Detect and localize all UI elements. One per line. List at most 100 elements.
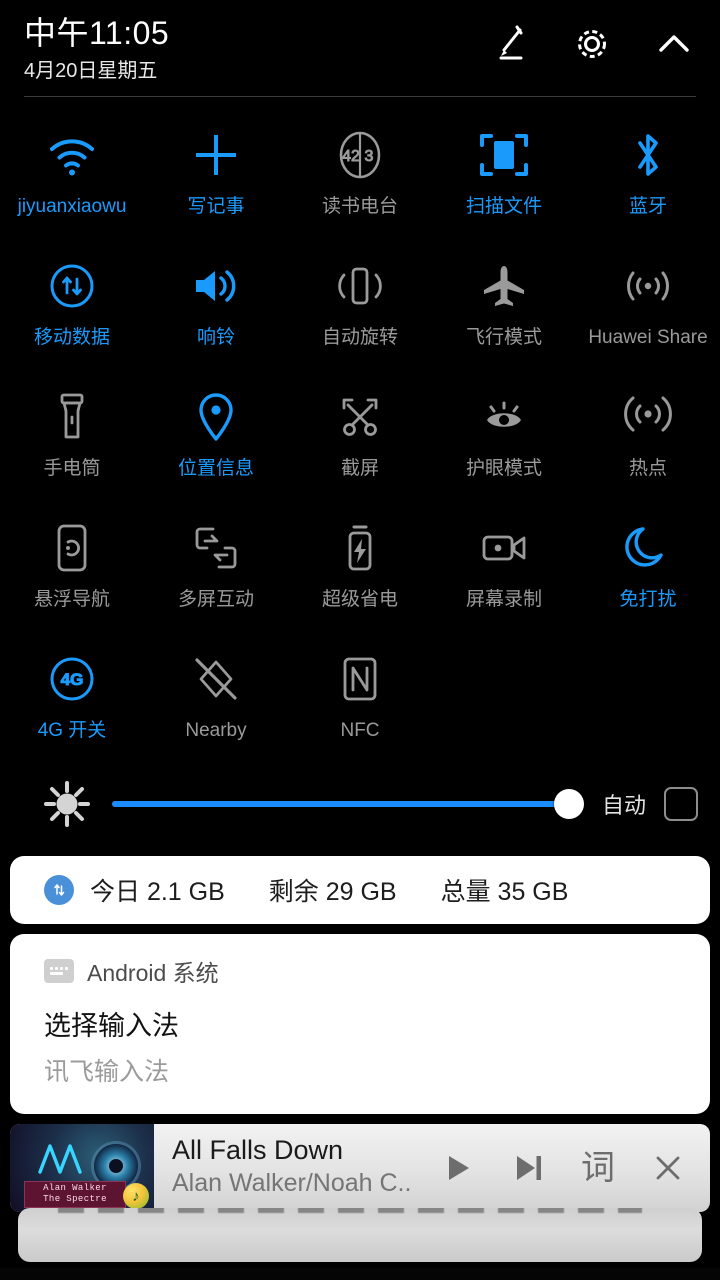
tile-label: Nearby [185,720,247,741]
music-app-badge-icon: ♪ [123,1183,149,1209]
tile-label: 屏幕录制 [465,589,542,610]
partially-hidden-notification-card[interactable] [18,1208,702,1262]
tile-airplane-mode[interactable]: 飞行模式 [432,238,576,369]
tile-eye-comfort[interactable]: 护眼模式 [432,369,576,500]
auto-rotate-icon [335,260,385,312]
tile-label: 4G 开关 [37,720,107,741]
flashlight-icon [52,391,92,443]
data-remaining: 剩余 29 GB [268,878,397,906]
tile-flashlight[interactable]: 手电筒 [0,369,144,500]
ultra-power-saving-icon [341,522,379,574]
notification-subtitle: 讯飞输入法 [44,1058,170,1086]
tile-wifi[interactable]: jiyuanxiaowu [0,107,144,238]
tile-bluetooth[interactable]: 蓝牙 [576,107,720,238]
svg-text:42: 42 [342,148,360,165]
tile-row: 悬浮导航 多屏互动 超级省电 屏幕录制 免打扰 [0,500,720,631]
tile-label: 飞行模式 [465,327,542,348]
album-title-text: The Spectre [43,1194,107,1204]
airplane-icon [479,260,529,312]
slider-thumb[interactable] [553,789,584,819]
svg-text:3: 3 [365,148,374,165]
tile-label: 位置信息 [177,458,254,479]
media-title: All Falls Down [172,1135,344,1165]
tile-label: 读书电台 [321,196,398,217]
lyrics-label: 词 [581,1149,615,1187]
tile-row: 4G 4G 开关 Nearby NFC [0,631,720,762]
pencil-icon[interactable] [488,22,532,66]
keyboard-icon [44,959,74,983]
tile-row: 手电筒 位置信息 截屏 护眼模式 热点 [0,369,720,500]
quick-settings-panel: 中午11:05 4月20日星期五 jiyuanxiaowu 写记事 42 3 读… [0,0,720,1268]
ringer-volume-icon [190,260,242,312]
tile-label: 悬浮导航 [33,589,110,610]
4g-toggle-icon: 4G [47,653,97,705]
notification-title: 选择输入法 [44,1011,179,1041]
auto-brightness-checkbox[interactable] [664,787,698,821]
tile-huawei-share[interactable]: Huawei Share [576,238,720,369]
tile-screen-record[interactable]: 屏幕录制 [432,500,576,631]
close-icon[interactable] [648,1148,688,1188]
nearby-off-icon [191,653,241,705]
data-usage-card[interactable]: 今日 2.1 GB 剩余 29 GB 总量 35 GB [10,856,710,924]
auto-brightness-label: 自动 [601,793,646,818]
tile-label: 蓝牙 [628,196,667,217]
quick-settings-tiles: jiyuanxiaowu 写记事 42 3 读书电台 扫描文件 蓝牙 移动数据 … [0,97,720,762]
radio-423-icon: 42 3 [334,129,386,181]
media-controls: 词 [432,1124,710,1212]
tile-hotspot[interactable]: 热点 [576,369,720,500]
media-artist: Alan Walker/Noah C.. [172,1169,412,1197]
tile-label: 写记事 [187,196,245,217]
tile-label: jiyuanxiaowu [17,196,127,217]
wifi-icon [46,129,98,181]
notification-header: Android 系统 [44,954,676,988]
plus-icon [191,129,241,181]
mobile-data-icon [44,875,74,905]
multi-screen-icon [191,522,241,574]
hotspot-icon [623,391,673,443]
tile-label: 超级省电 [321,589,398,610]
tile-nfc[interactable]: NFC [288,631,432,762]
tile-ultra-power-saving[interactable]: 超级省电 [288,500,432,631]
tile-4g-toggle[interactable]: 4G 4G 开关 [0,631,144,762]
media-text: All Falls Down Alan Walker/Noah C.. [154,1124,432,1212]
tile-ringer[interactable]: 响铃 [144,238,288,369]
tile-auto-rotate[interactable]: 自动旋转 [288,238,432,369]
slider-fill [112,801,580,807]
tile-label: 热点 [628,458,667,479]
location-pin-icon [194,391,238,443]
lyrics-button[interactable]: 词 [578,1148,618,1188]
svg-text:4G: 4G [61,670,84,689]
tile-label: NFC [340,720,380,741]
tile-label: 手电筒 [43,458,101,479]
tile-label: 多屏互动 [177,589,254,610]
album-art: Alan Walker The Spectre ♪ [10,1124,154,1212]
tile-multi-screen[interactable]: 多屏互动 [144,500,288,631]
tile-screenshot[interactable]: 截屏 [288,369,432,500]
play-icon[interactable] [438,1148,478,1188]
screen-record-icon [478,522,530,574]
tile-location[interactable]: 位置信息 [144,369,288,500]
alan-walker-logo-icon [38,1144,82,1174]
album-artist-text: Alan Walker [43,1183,107,1193]
media-notification-card[interactable]: Alan Walker The Spectre ♪ All Falls Down… [10,1124,710,1212]
bluetooth-icon [626,129,670,181]
floating-nav-icon [52,522,92,574]
next-track-icon[interactable] [508,1148,548,1188]
brightness-row: 自动 [0,762,720,846]
data-total: 总量 35 GB [440,878,569,906]
tile-do-not-disturb[interactable]: 免打扰 [576,500,720,631]
tile-mobile-data[interactable]: 移动数据 [0,238,144,369]
tile-nearby[interactable]: Nearby [144,631,288,762]
do-not-disturb-moon-icon [623,522,673,574]
chevron-up-icon[interactable] [652,22,696,66]
tile-reading-radio[interactable]: 42 3 读书电台 [288,107,432,238]
music-note-glyph: ♪ [132,1187,140,1205]
tile-label: 扫描文件 [465,196,542,217]
tile-write-note[interactable]: 写记事 [144,107,288,238]
tile-scan-document[interactable]: 扫描文件 [432,107,576,238]
gear-icon[interactable] [570,22,614,66]
huawei-share-icon [622,260,674,312]
notification-card-input-method[interactable]: Android 系统 选择输入法 讯飞输入法 [10,934,710,1114]
tile-floating-nav[interactable]: 悬浮导航 [0,500,144,631]
brightness-slider[interactable] [112,789,584,819]
